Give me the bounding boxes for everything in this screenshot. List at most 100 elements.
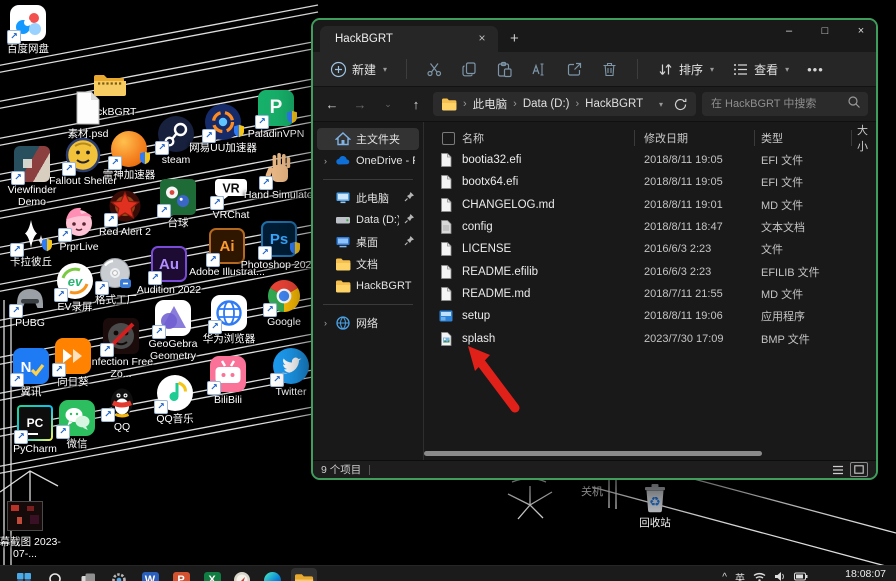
file-row-LICENSE[interactable]: LICENSE 2016/6/3 2:23 文件: [424, 238, 876, 260]
desktop-icon-sunflower-remote[interactable]: ↗ 向日葵: [34, 338, 112, 388]
tab-close-icon[interactable]: ×: [474, 31, 490, 47]
tray-chevron-icon[interactable]: ^: [722, 572, 727, 581]
status-bar: 9 个项目: [313, 460, 876, 478]
file-row-README.efilib[interactable]: README.efilib 2016/6/3 2:23 EFILIB 文件: [424, 260, 876, 282]
desktop-icon-pycharm[interactable]: PC↗ PyCharm: [0, 405, 74, 455]
nav-divider: [323, 179, 413, 180]
wifi-icon[interactable]: [753, 571, 766, 581]
desktop-icon-format-factory[interactable]: ↗ 格式工厂: [77, 256, 155, 306]
nav-item-网络[interactable]: › 网络: [317, 312, 419, 334]
expand-chevron-icon[interactable]: ›: [321, 318, 330, 328]
view-button[interactable]: 查看▾: [725, 57, 796, 82]
nav-item-Data (D:)[interactable]: Data (D:): [317, 209, 419, 231]
command-bar: 新建▾ 排序▾查看▾•••: [313, 52, 876, 87]
new-button[interactable]: 新建▾: [323, 57, 394, 82]
taskbar-explorer-icon[interactable]: [291, 568, 317, 581]
minimize-button[interactable]: –: [780, 25, 798, 37]
close-button[interactable]: ×: [852, 25, 870, 37]
file-row-splash[interactable]: splash 2023/7/30 17:09 BMP 文件: [424, 327, 876, 349]
file-row-README.md[interactable]: README.md 2018/7/11 21:55 MD 文件: [424, 283, 876, 305]
explorer-tab[interactable]: HackBGRT ×: [320, 26, 498, 52]
taskbar-search-icon[interactable]: [46, 570, 66, 581]
shortcut-arrow-icon: ↗: [7, 30, 21, 44]
taskbar-settings-icon[interactable]: [109, 570, 129, 581]
expand-chevron-icon[interactable]: ›: [321, 156, 330, 166]
search-box[interactable]: [702, 92, 868, 116]
up-button[interactable]: ↑: [405, 97, 427, 112]
large-icons-view-icon[interactable]: [850, 462, 868, 477]
breadcrumb[interactable]: › 此电脑› Data (D:)› HackBGRT▾: [433, 92, 696, 116]
taskbar-start-icon[interactable]: [14, 570, 34, 581]
desktop-icon-label: PyCharm: [0, 443, 74, 455]
file-row-config[interactable]: config 2018/8/11 18:47 文本文档: [424, 216, 876, 238]
desktop-icon-netease-uu-booster[interactable]: ↗ 网易UU加速器: [184, 104, 262, 154]
search-input[interactable]: [709, 97, 847, 111]
taskbar-word-icon[interactable]: W: [140, 570, 160, 581]
file-row-CHANGELOG.md[interactable]: CHANGELOG.md 2018/8/11 19:01 MD 文件: [424, 194, 876, 216]
sort-button[interactable]: 排序▾: [650, 57, 721, 82]
file-row-bootia32.efi[interactable]: bootia32.efi 2018/8/11 19:05 EFI 文件: [424, 149, 876, 171]
share-button[interactable]: [559, 57, 590, 82]
column-type[interactable]: 类型: [761, 130, 783, 146]
nav-divider: [323, 304, 413, 305]
recent-locations-icon[interactable]: ⌄: [377, 99, 399, 110]
desktop-icon-viewfinder-demo[interactable]: ↗ Viewfinder Demo: [0, 146, 71, 208]
desktop-icon-recycle-bin[interactable]: ♻ 回收站: [616, 479, 694, 529]
audition-2022-icon: Au↗: [151, 246, 187, 282]
breadcrumb-item-0[interactable]: 此电脑: [473, 96, 508, 112]
breadcrumb-item-2[interactable]: HackBGRT: [585, 98, 643, 110]
taskbar-taskview-icon[interactable]: [78, 570, 98, 581]
file-row-setup[interactable]: setup 2018/8/11 19:06 应用程序: [424, 305, 876, 327]
delete-button[interactable]: [594, 57, 625, 82]
tray-ime-indicator[interactable]: 英: [735, 570, 745, 581]
desktop-icon-kalabiqiu[interactable]: ↗ 卡拉彼丘: [0, 218, 70, 268]
battery-icon[interactable]: [794, 572, 808, 581]
sort-ascending-icon: ⌃: [646, 122, 654, 126]
nav-home-icon: [335, 131, 351, 147]
taskbar-compass-browser-icon[interactable]: [232, 570, 252, 581]
desktop-icon-baidu-netdisk[interactable]: ↗ 百度网盘: [0, 5, 67, 55]
nav-item-HackBGRT[interactable]: HackBGRT: [317, 275, 419, 297]
details-view-icon[interactable]: [830, 463, 846, 476]
taskbar-edge-icon[interactable]: [262, 570, 282, 581]
shortcut-arrow-icon: ↗: [11, 171, 25, 185]
horizontal-scrollbar[interactable]: [424, 451, 876, 457]
desktop-icon-hand-simulator[interactable]: ↗ Hand Simulator: [241, 151, 319, 201]
maximize-button[interactable]: □: [816, 25, 834, 37]
nav-item-桌面[interactable]: 桌面: [317, 231, 419, 253]
uac-shield-icon: [139, 151, 151, 170]
refresh-icon[interactable]: [673, 97, 688, 112]
nav-item-OneDrive - Person[interactable]: › OneDrive - Person: [317, 150, 419, 172]
billiards-icon: ↗: [160, 179, 196, 215]
new-tab-button[interactable]: +: [510, 30, 519, 47]
more-options-button[interactable]: •••: [800, 58, 831, 81]
desktop-icon-screenshot-file[interactable]: 屏幕截图 2023-07-...: [0, 498, 64, 560]
forward-button[interactable]: →: [349, 97, 371, 112]
file-name: bootia32.efi: [462, 154, 521, 166]
desktop-icon-photoshop-2023[interactable]: Ps↗ Photoshop 2023: [240, 221, 318, 271]
select-all-checkbox[interactable]: [442, 132, 455, 145]
column-date-modified[interactable]: 修改日期: [644, 130, 688, 146]
back-button[interactable]: ←: [321, 97, 343, 112]
taskbar: WPX ^ 英 18:08:07: [0, 565, 896, 581]
paladin-vpn-icon: P↗: [258, 90, 294, 126]
file-row-bootx64.efi[interactable]: bootx64.efi 2018/8/11 19:05 EFI 文件: [424, 171, 876, 193]
taskbar-powerpoint-icon[interactable]: P: [171, 570, 191, 581]
nav-item-文档[interactable]: 文档: [317, 253, 419, 275]
file-type: EFILIB 文件: [761, 264, 820, 280]
copy-button[interactable]: [454, 57, 485, 82]
breadcrumb-item-1[interactable]: Data (D:): [523, 98, 570, 110]
nav-item-此电脑[interactable]: 此电脑: [317, 187, 419, 209]
speaker-icon[interactable]: [774, 571, 786, 581]
nav-drive-icon: [335, 212, 351, 228]
address-dropdown-icon[interactable]: ▾: [659, 100, 663, 109]
hand-simulator-icon: ↗: [262, 151, 298, 187]
rename-button[interactable]: [524, 57, 555, 82]
taskbar-excel-icon[interactable]: X: [202, 570, 222, 581]
nav-item-主文件夹[interactable]: 主文件夹: [317, 128, 419, 150]
paste-button[interactable]: [489, 57, 520, 82]
column-name[interactable]: 名称: [462, 130, 484, 146]
system-tray[interactable]: ^ 英: [722, 570, 808, 581]
file-name: splash: [462, 333, 495, 345]
cut-button[interactable]: [419, 57, 450, 82]
